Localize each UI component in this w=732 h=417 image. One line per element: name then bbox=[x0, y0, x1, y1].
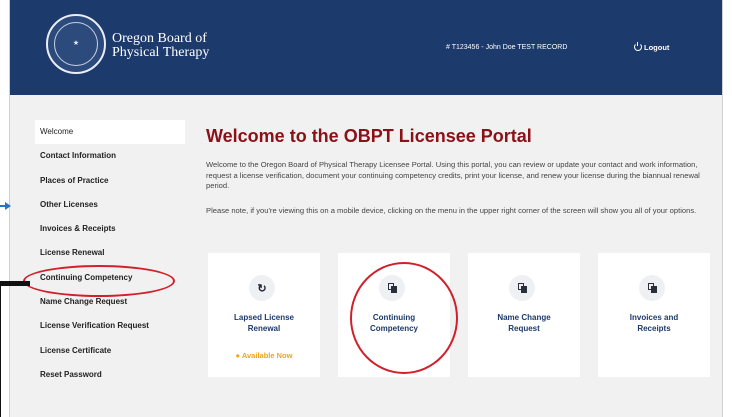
board-name[interactable]: Oregon Board of Physical Therapy bbox=[112, 32, 209, 60]
sidebar-item-places-of-practice[interactable]: Places of Practice bbox=[35, 169, 185, 193]
sidebar-item-reset-password[interactable]: Reset Password bbox=[35, 363, 185, 387]
brand-line-1: Oregon Board of bbox=[112, 31, 207, 46]
highlight-circle-card bbox=[350, 262, 458, 374]
card-label-line-1: Lapsed License bbox=[233, 313, 295, 322]
annotation-bar bbox=[0, 281, 30, 286]
copy-icon bbox=[509, 275, 535, 301]
site-header: ★ Oregon Board of Physical Therapy # T12… bbox=[10, 0, 722, 95]
card-label-line-2: Request bbox=[508, 323, 540, 333]
card-label: Name Change Request bbox=[468, 313, 580, 334]
portal-frame: ★ Oregon Board of Physical Therapy # T12… bbox=[9, 0, 723, 417]
card-name-change-request[interactable]: Name Change Request bbox=[468, 253, 580, 377]
card-lapsed-license-renewal[interactable]: ↻ Lapsed License Renewal ● Available Now bbox=[208, 253, 320, 377]
mobile-note-text: Please note, if you're viewing this on a… bbox=[206, 206, 697, 215]
seal-inner: ★ bbox=[54, 22, 98, 66]
power-icon bbox=[634, 41, 642, 51]
refresh-icon: ↻ bbox=[249, 275, 275, 301]
card-label-line-1: Name Change bbox=[497, 313, 551, 322]
available-now-badge: ● Available Now bbox=[208, 351, 320, 360]
logout-label: Logout bbox=[644, 43, 670, 52]
available-now-label: Available Now bbox=[241, 351, 293, 360]
sidebar-item-other-licenses[interactable]: Other Licenses bbox=[35, 193, 185, 217]
user-record: # T123456 - John Doe TEST RECORD bbox=[446, 44, 568, 51]
logout-button[interactable]: Logout bbox=[634, 41, 670, 52]
annotation-edge-line bbox=[0, 285, 1, 417]
card-label: Invoices and Receipts bbox=[598, 313, 710, 334]
intro-text: Welcome to the Oregon Board of Physical … bbox=[206, 160, 700, 191]
oregon-seal-logo: ★ bbox=[46, 14, 106, 74]
brand-line-2: Physical Therapy bbox=[112, 45, 210, 60]
sidebar-nav: Welcome Contact Information Places of Pr… bbox=[35, 120, 185, 387]
sidebar-item-license-certificate[interactable]: License Certificate bbox=[35, 339, 185, 363]
highlight-circle-sidebar bbox=[23, 265, 175, 297]
sidebar-item-license-renewal[interactable]: License Renewal bbox=[35, 241, 185, 265]
sidebar-item-invoices-receipts[interactable]: Invoices & Receipts bbox=[35, 217, 185, 241]
sidebar-item-welcome[interactable]: Welcome bbox=[35, 120, 185, 145]
sidebar-item-license-verification-request[interactable]: License Verification Request bbox=[35, 314, 185, 338]
arrow-right-icon bbox=[5, 202, 11, 210]
page-title: Welcome to the OBPT Licensee Portal bbox=[206, 126, 532, 146]
card-label-line-2: Renewal bbox=[247, 323, 281, 333]
card-label-line-1: Invoices and bbox=[629, 313, 679, 322]
card-invoices-and-receipts[interactable]: Invoices and Receipts bbox=[598, 253, 710, 377]
copy-icon bbox=[639, 275, 665, 301]
sidebar-item-contact-information[interactable]: Contact Information bbox=[35, 144, 185, 168]
card-label-line-2: Receipts bbox=[637, 323, 671, 333]
card-label: Lapsed License Renewal bbox=[208, 313, 320, 334]
